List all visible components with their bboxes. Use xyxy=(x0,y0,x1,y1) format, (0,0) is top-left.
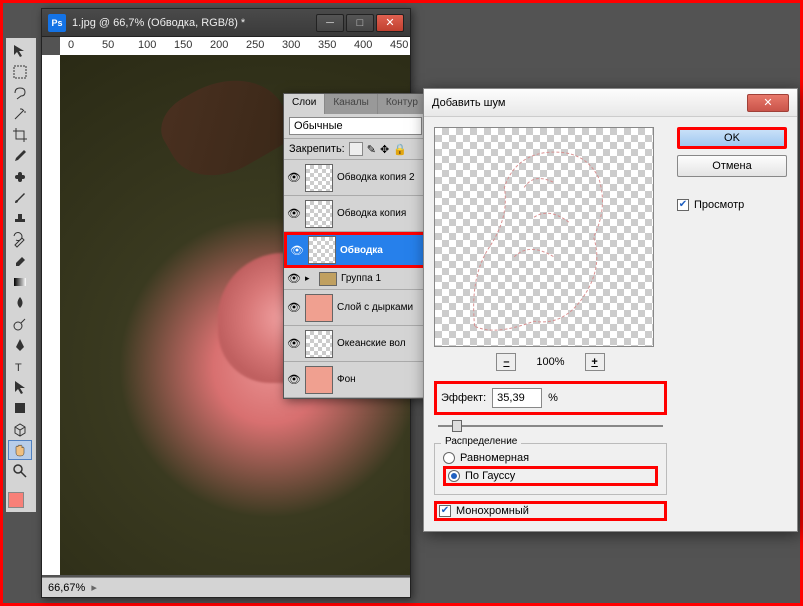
ok-button[interactable]: OK xyxy=(677,127,787,149)
photoshop-icon: Ps xyxy=(48,14,66,32)
visibility-icon[interactable]: 👁 xyxy=(290,243,304,257)
zoom-status[interactable]: 66,67% xyxy=(48,582,85,594)
tab-paths[interactable]: Контур xyxy=(378,94,427,114)
tool-marquee[interactable] xyxy=(8,62,32,82)
tab-layers[interactable]: Слои xyxy=(284,94,325,114)
blend-mode-select[interactable]: Обычные xyxy=(289,117,422,135)
layer-thumb xyxy=(305,366,333,394)
tool-stamp[interactable] xyxy=(8,209,32,229)
zoom-in-button[interactable]: + xyxy=(585,353,605,371)
tool-wand[interactable] xyxy=(8,104,32,124)
tool-shape[interactable] xyxy=(8,398,32,418)
layer-thumb xyxy=(308,236,336,264)
slider-thumb[interactable] xyxy=(452,420,462,432)
add-noise-dialog: Добавить шум ✕ – 100% + Эффект: % xyxy=(423,88,798,532)
layer-row[interactable]: 👁 Обводка копия xyxy=(284,196,427,232)
svg-text:T: T xyxy=(15,362,22,374)
lock-move-icon[interactable]: ✥ xyxy=(380,143,389,156)
visibility-icon[interactable]: 👁 xyxy=(287,373,301,387)
tab-channels[interactable]: Каналы xyxy=(325,94,378,114)
layers-panel: Слои Каналы Контур Обычные Закрепить: ✎ … xyxy=(283,93,428,399)
tool-dodge[interactable] xyxy=(8,314,32,334)
document-titlebar[interactable]: Ps 1.jpg @ 66,7% (Обводка, RGB/8) * ─ □ … xyxy=(42,9,410,37)
tool-blur[interactable] xyxy=(8,293,32,313)
chevron-right-icon[interactable]: ▸ xyxy=(305,273,315,284)
visibility-icon[interactable]: 👁 xyxy=(287,301,301,315)
cancel-button[interactable]: Отмена xyxy=(677,155,787,177)
tool-pen[interactable] xyxy=(8,335,32,355)
visibility-icon[interactable]: 👁 xyxy=(287,207,301,221)
tool-hand[interactable] xyxy=(8,440,32,460)
lock-transparent-icon[interactable] xyxy=(349,142,363,156)
tool-lasso[interactable] xyxy=(8,83,32,103)
layer-thumb xyxy=(305,200,333,228)
tool-eyedropper[interactable] xyxy=(8,146,32,166)
radio-icon[interactable] xyxy=(448,470,460,482)
tool-move[interactable] xyxy=(8,41,32,61)
radio-gaussian[interactable]: По Гауссу xyxy=(443,466,658,486)
chevron-right-icon[interactable]: ▸ xyxy=(91,581,97,594)
effect-label: Эффект: xyxy=(441,392,486,404)
tools-toolbar: T xyxy=(6,38,36,512)
document-title: 1.jpg @ 66,7% (Обводка, RGB/8) * xyxy=(72,17,314,29)
color-swatches[interactable] xyxy=(8,492,32,510)
zoom-value: 100% xyxy=(536,356,564,368)
effect-unit: % xyxy=(548,392,558,404)
zoom-out-button[interactable]: – xyxy=(496,353,516,371)
effect-amount-row: Эффект: % xyxy=(434,381,667,415)
close-button[interactable]: ✕ xyxy=(376,14,404,32)
tool-gradient[interactable] xyxy=(8,272,32,292)
tool-3d[interactable] xyxy=(8,419,32,439)
folder-icon xyxy=(319,272,337,286)
ruler-vertical xyxy=(42,55,60,575)
minimize-button[interactable]: ─ xyxy=(316,14,344,32)
lock-all-icon[interactable]: 🔒 xyxy=(393,143,407,156)
layer-thumb xyxy=(305,164,333,192)
distribution-fieldset: Распределение Равномерная По Гауссу xyxy=(434,443,667,495)
dialog-close-button[interactable]: ✕ xyxy=(747,94,789,112)
layer-row[interactable]: 👁 Фон xyxy=(284,362,427,398)
lock-row: Закрепить: ✎ ✥ 🔒 xyxy=(284,139,427,160)
tool-eraser[interactable] xyxy=(8,251,32,271)
tool-brush[interactable] xyxy=(8,188,32,208)
layer-thumb xyxy=(305,330,333,358)
dialog-title: Добавить шум xyxy=(432,97,747,109)
effect-slider[interactable] xyxy=(438,419,663,435)
layer-thumb xyxy=(305,294,333,322)
radio-icon[interactable] xyxy=(443,452,455,464)
checkbox-icon[interactable]: ✔ xyxy=(439,505,451,517)
checkbox-preview[interactable]: ✔ Просмотр xyxy=(677,197,787,213)
layer-group-row[interactable]: 👁 ▸ Группа 1 xyxy=(284,268,427,290)
visibility-icon[interactable]: 👁 xyxy=(287,337,301,351)
checkbox-icon[interactable]: ✔ xyxy=(677,199,689,211)
layer-row-active[interactable]: 👁 Обводка xyxy=(284,232,427,268)
layer-row[interactable]: 👁 Слой с дырками xyxy=(284,290,427,326)
document-statusbar: 66,67% ▸ xyxy=(42,577,410,597)
visibility-icon[interactable]: 👁 xyxy=(287,171,301,185)
layer-row[interactable]: 👁 Океанские вол xyxy=(284,326,427,362)
zoom-controls: – 100% + xyxy=(434,353,667,371)
tool-heal[interactable] xyxy=(8,167,32,187)
preview-area[interactable] xyxy=(434,127,654,347)
radio-uniform[interactable]: Равномерная xyxy=(443,450,658,466)
dialog-titlebar[interactable]: Добавить шум ✕ xyxy=(424,89,797,117)
tool-path-select[interactable] xyxy=(8,377,32,397)
tool-type[interactable]: T xyxy=(8,356,32,376)
tool-history-brush[interactable] xyxy=(8,230,32,250)
checkbox-monochrome[interactable]: ✔ Монохромный xyxy=(434,501,667,521)
tool-crop[interactable] xyxy=(8,125,32,145)
ruler-horizontal: 0 50 100 150 200 250 300 350 400 450 xyxy=(60,37,410,55)
lock-brush-icon[interactable]: ✎ xyxy=(367,143,376,156)
visibility-icon[interactable]: 👁 xyxy=(287,272,301,286)
layer-list: 👁 Обводка копия 2 👁 Обводка копия 👁 Обво… xyxy=(284,160,427,398)
maximize-button[interactable]: □ xyxy=(346,14,374,32)
layer-row[interactable]: 👁 Обводка копия 2 xyxy=(284,160,427,196)
effect-input[interactable] xyxy=(492,388,542,408)
panel-tabs: Слои Каналы Контур xyxy=(284,94,427,114)
tool-zoom[interactable] xyxy=(8,461,32,481)
